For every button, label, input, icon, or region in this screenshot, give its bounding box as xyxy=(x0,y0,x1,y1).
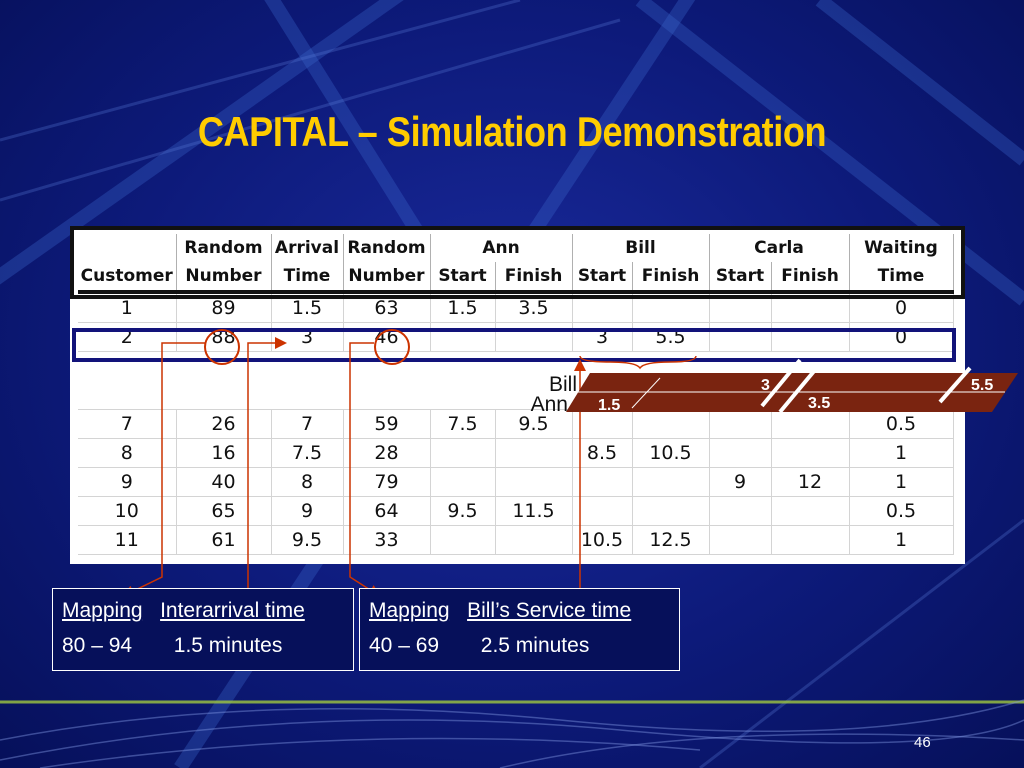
connector-random-46 xyxy=(349,342,381,597)
circle-random-88 xyxy=(204,329,240,365)
mapping-range: 40 – 69 xyxy=(369,634,440,657)
timeline-value: 5.5 xyxy=(971,377,993,394)
mapping-heading: Bill’s Service time xyxy=(467,599,632,622)
connector-arrival-3 xyxy=(247,337,287,588)
timeline-value: 3.5 xyxy=(808,395,830,412)
label-ann: Ann xyxy=(531,393,568,416)
mapping-box-service: Mapping Bill’s Service time 40 – 69 2.5 … xyxy=(359,588,680,671)
circle-random-46 xyxy=(374,329,410,365)
mapping-label: Mapping xyxy=(369,599,450,622)
mapping-heading: Interarrival time xyxy=(160,599,305,622)
page-number: 46 xyxy=(914,734,931,751)
brace xyxy=(579,355,697,370)
connector-random-88 xyxy=(122,342,205,597)
mapping-box-interarrival: Mapping Interarrival time 80 – 94 1.5 mi… xyxy=(52,588,354,671)
timeline-value: 1.5 xyxy=(598,397,620,414)
mapping-result: 1.5 minutes xyxy=(173,634,283,657)
mapping-range: 80 – 94 xyxy=(62,634,133,657)
mapping-label: Mapping xyxy=(62,599,143,622)
timeline-value: 3 xyxy=(761,377,770,394)
mapping-result: 2.5 minutes xyxy=(480,634,590,657)
